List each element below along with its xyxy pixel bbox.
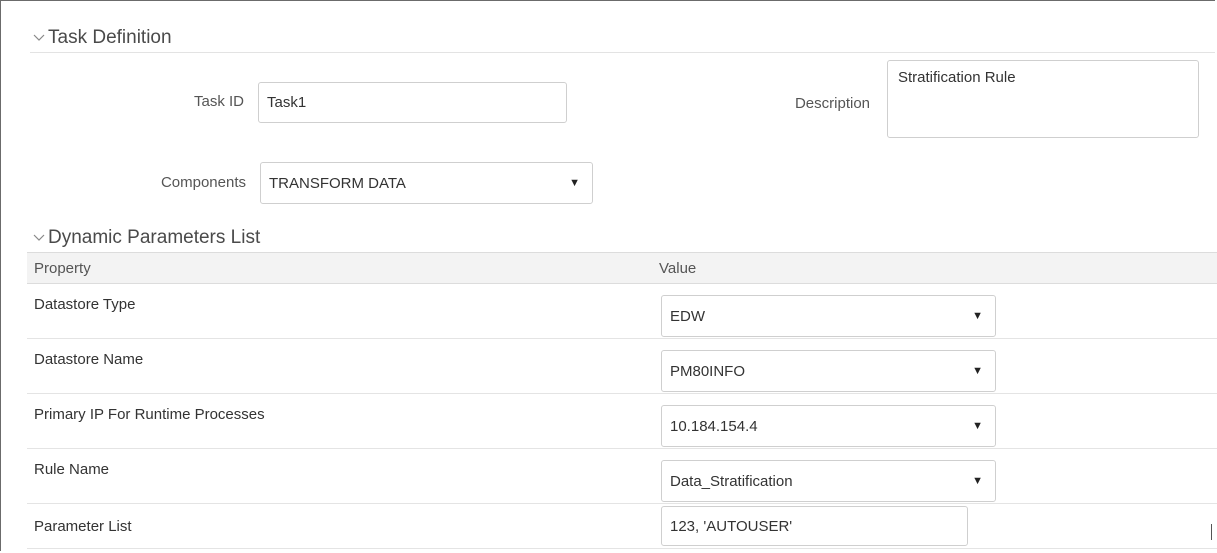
task-definition-title: Task Definition [48, 27, 172, 48]
rule-name-value: Data_Stratification [670, 472, 793, 490]
chevron-down-icon[interactable] [32, 31, 46, 45]
table-header: Property Value [27, 253, 1217, 284]
dropdown-arrow-icon: ▼ [972, 365, 983, 377]
dynamic-params-title: Dynamic Parameters List [48, 227, 261, 248]
datastore-name-value: PM80INFO [670, 362, 746, 380]
params-table: Property Value Datastore Type EDW ▼ Data… [27, 252, 1217, 549]
description-label: Description [794, 95, 870, 112]
task-definition-header[interactable]: Task Definition [32, 27, 172, 49]
dropdown-arrow-icon: ▼ [972, 420, 983, 432]
datastore-name-select[interactable]: PM80INFO ▼ [661, 350, 996, 392]
table-row: Primary IP For Runtime Processes 10.184.… [27, 394, 1217, 449]
dropdown-arrow-icon: ▼ [972, 475, 983, 487]
datastore-type-value: EDW [670, 307, 705, 325]
table-row: Rule Name Data_Stratification ▼ [27, 449, 1217, 504]
table-row: Datastore Type EDW ▼ [27, 284, 1217, 339]
primary-ip-select[interactable]: 10.184.154.4 ▼ [661, 405, 996, 447]
property-name: Parameter List [34, 518, 132, 535]
property-name: Datastore Type [34, 296, 136, 313]
task-id-label: Task ID [193, 93, 244, 110]
property-name: Primary IP For Runtime Processes [34, 406, 265, 423]
components-label: Components [160, 174, 246, 191]
rule-name-select[interactable]: Data_Stratification ▼ [661, 460, 996, 502]
components-select[interactable]: TRANSFORM DATA ▼ [260, 162, 593, 204]
col-header-value: Value [659, 260, 697, 277]
primary-ip-value: 10.184.154.4 [670, 417, 758, 435]
property-name: Rule Name [34, 461, 110, 478]
components-value: TRANSFORM DATA [269, 174, 406, 192]
description-textarea[interactable]: Stratification Rule [887, 60, 1199, 138]
text-cursor [1211, 524, 1212, 540]
dynamic-params-header[interactable]: Dynamic Parameters List [32, 227, 260, 249]
chevron-down-icon[interactable] [32, 231, 46, 245]
dropdown-arrow-icon: ▼ [569, 177, 580, 189]
dropdown-arrow-icon: ▼ [972, 310, 983, 322]
table-row: Parameter List [27, 504, 1217, 549]
datastore-type-select[interactable]: EDW ▼ [661, 295, 996, 337]
section-divider [30, 52, 1215, 53]
property-name: Datastore Name [34, 351, 144, 368]
col-header-property: Property [34, 260, 91, 277]
parameter-list-input[interactable] [661, 506, 968, 546]
table-row: Datastore Name PM80INFO ▼ [27, 339, 1217, 394]
task-id-input[interactable] [258, 82, 567, 123]
